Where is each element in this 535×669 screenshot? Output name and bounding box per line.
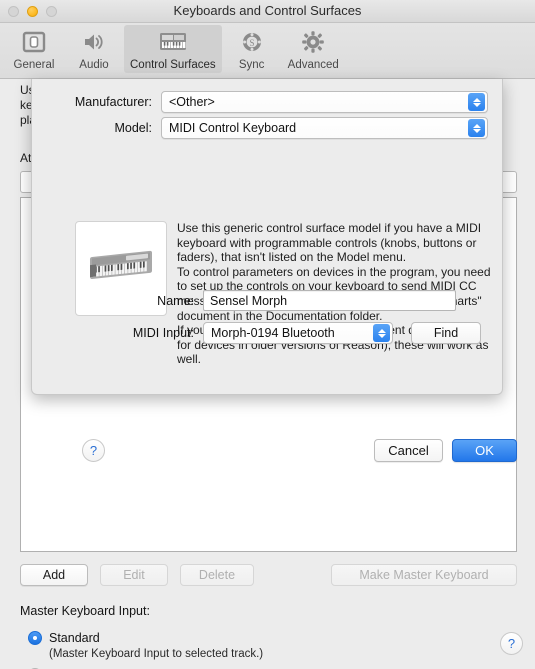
cancel-button[interactable]: Cancel bbox=[374, 439, 443, 462]
model-stepper-icon[interactable] bbox=[468, 119, 485, 137]
description-paragraph-1: Use this generic control surface model i… bbox=[177, 221, 482, 265]
radio-option-standard[interactable]: Standard bbox=[28, 629, 314, 647]
model-popup[interactable]: MIDI Control Keyboard bbox=[161, 117, 488, 139]
manufacturer-label: Manufacturer: bbox=[74, 95, 152, 109]
radio-standard-label: Standard bbox=[49, 631, 100, 645]
midi-input-stepper-icon[interactable] bbox=[373, 324, 390, 342]
midi-input-popup[interactable]: Morph-0194 Bluetooth bbox=[203, 322, 393, 344]
window-title: Keyboards and Control Surfaces bbox=[173, 3, 362, 18]
name-value: Sensel Morph bbox=[210, 293, 288, 308]
gear-icon bbox=[288, 28, 339, 56]
delete-button: Delete bbox=[180, 564, 254, 586]
name-row: Name: Sensel Morph bbox=[44, 290, 492, 311]
preferences-window: Keyboards and Control Surfaces General A… bbox=[0, 0, 535, 669]
tab-advanced-label: Advanced bbox=[287, 59, 339, 71]
midi-keyboard-icon bbox=[130, 28, 216, 56]
tab-general-label: General bbox=[13, 59, 55, 71]
sync-icon: S bbox=[228, 28, 276, 56]
tab-sync[interactable]: S Sync bbox=[222, 25, 282, 73]
tab-general[interactable]: General bbox=[4, 25, 64, 73]
name-input[interactable]: Sensel Morph bbox=[203, 290, 456, 311]
manufacturer-stepper-icon[interactable] bbox=[468, 93, 485, 111]
edit-button: Edit bbox=[100, 564, 168, 586]
tab-sync-label: Sync bbox=[238, 59, 265, 71]
radio-standard-description: (Master Keyboard Input to selected track… bbox=[49, 648, 264, 660]
model-row: Model: MIDI Control Keyboard bbox=[44, 117, 492, 139]
master-keyboard-input-title: Master Keyboard Input: bbox=[20, 604, 150, 618]
midi-input-row: MIDI Input: Morph-0194 Bluetooth Find bbox=[44, 322, 492, 344]
tab-audio-label: Audio bbox=[79, 59, 109, 71]
tab-advanced[interactable]: Advanced bbox=[282, 25, 345, 73]
titlebar: Keyboards and Control Surfaces bbox=[0, 0, 535, 23]
model-value: MIDI Control Keyboard bbox=[169, 121, 297, 135]
general-icon bbox=[10, 28, 58, 56]
preferences-toolbar: General Audio Control Surfaces S Sync Ad… bbox=[0, 23, 535, 79]
midi-keyboard-product-icon bbox=[90, 250, 152, 279]
manufacturer-value: <Other> bbox=[169, 95, 215, 109]
make-master-keyboard-button: Make Master Keyboard bbox=[331, 564, 517, 586]
list-actions: Add Edit Delete Make Master Keyboard bbox=[20, 564, 517, 588]
manufacturer-popup[interactable]: <Other> bbox=[161, 91, 488, 113]
midi-input-value: Morph-0194 Bluetooth bbox=[211, 326, 335, 340]
speaker-icon bbox=[70, 28, 118, 56]
tab-audio[interactable]: Audio bbox=[64, 25, 124, 73]
midi-input-label: MIDI Input: bbox=[132, 326, 194, 340]
tab-control-surfaces[interactable]: Control Surfaces bbox=[124, 25, 222, 73]
control-surface-edit-sheet: Manufacturer: <Other> Model: MIDI Contro… bbox=[31, 79, 517, 462]
help-button[interactable]: ? bbox=[500, 632, 523, 655]
name-label: Name: bbox=[157, 293, 194, 308]
model-label: Model: bbox=[114, 121, 152, 135]
manufacturer-row: Manufacturer: <Other> bbox=[44, 91, 492, 113]
radio-standard-indicator[interactable] bbox=[28, 631, 42, 645]
svg-text:S: S bbox=[249, 38, 254, 48]
ok-button[interactable]: OK bbox=[452, 439, 517, 462]
tab-control-surfaces-label: Control Surfaces bbox=[130, 59, 216, 71]
master-keyboard-input-options: Standard (Master Keyboard Input to selec… bbox=[28, 629, 314, 669]
sheet-help-button[interactable]: ? bbox=[82, 439, 105, 462]
find-button[interactable]: Find bbox=[411, 322, 481, 344]
attached-label: At bbox=[20, 151, 32, 165]
add-button[interactable]: Add bbox=[20, 564, 88, 586]
